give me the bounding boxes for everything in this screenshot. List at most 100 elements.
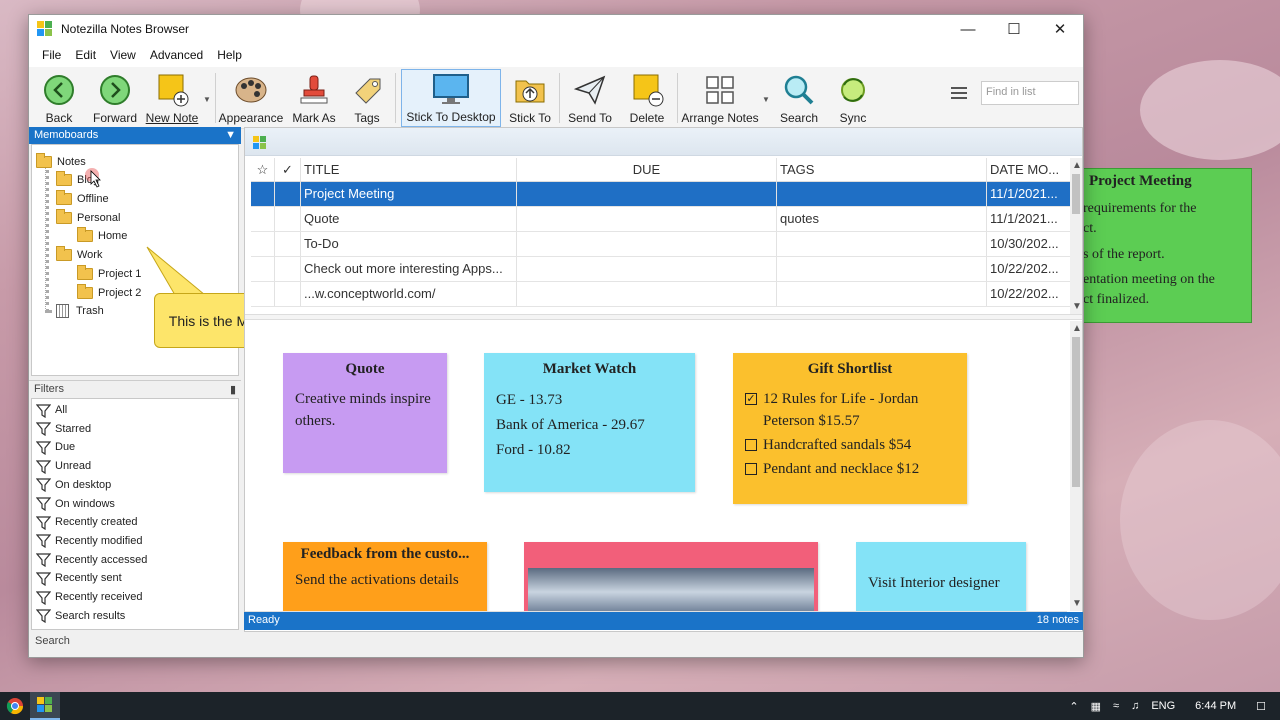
table-row[interactable]: To-Do 10/30/202... bbox=[251, 232, 1071, 257]
sync-button[interactable]: Sync bbox=[833, 69, 873, 127]
filters-header: Filters ▮ bbox=[29, 380, 241, 397]
check-cell bbox=[275, 257, 301, 281]
filter-label: Recently received bbox=[55, 591, 143, 603]
note-market-watch[interactable]: Market Watch GE - 13.73 Bank of America … bbox=[484, 353, 695, 492]
column-due[interactable]: DUE bbox=[517, 158, 777, 181]
tags-button[interactable]: Tags bbox=[347, 69, 387, 127]
appearance-button[interactable]: Appearance bbox=[219, 69, 283, 127]
pin-icon[interactable]: ▮ bbox=[230, 383, 236, 396]
pin-icon[interactable]: ▼ bbox=[225, 129, 236, 142]
note-gift-shortlist[interactable]: Gift Shortlist ✓ 12 Rules for Life - Jord… bbox=[733, 353, 967, 504]
search-tab[interactable]: Search bbox=[35, 635, 70, 647]
tree-item-home[interactable]: Home bbox=[77, 227, 127, 245]
tree-item-project-1[interactable]: Project 1 bbox=[77, 265, 141, 283]
menu-file[interactable]: File bbox=[35, 48, 68, 62]
arrange-dropdown-icon[interactable]: ▼ bbox=[762, 95, 770, 104]
back-button[interactable]: Back bbox=[37, 69, 81, 127]
column-date-modified[interactable]: DATE MO... bbox=[987, 158, 1071, 181]
stick-to-button[interactable]: Stick To bbox=[507, 69, 553, 127]
clock[interactable]: 6:44 PM bbox=[1195, 700, 1236, 712]
search-button[interactable]: Search bbox=[777, 69, 821, 127]
language-indicator[interactable]: ENG bbox=[1151, 700, 1175, 712]
table-row[interactable]: Check out more interesting Apps... 10/22/… bbox=[251, 257, 1071, 282]
checkbox[interactable] bbox=[745, 463, 757, 475]
tree-item-offline[interactable]: Offline bbox=[56, 190, 109, 208]
notezilla-taskbar-icon[interactable] bbox=[30, 692, 60, 720]
filter-label: On windows bbox=[55, 497, 115, 510]
taskbar: ⌃ ▦ ≈ ♫ ENG 6:44 PM ☐ bbox=[0, 692, 1280, 720]
notifications-icon[interactable]: ☐ bbox=[1256, 700, 1266, 713]
tree-item-project-2[interactable]: Project 2 bbox=[77, 284, 141, 302]
stamp-icon bbox=[297, 73, 331, 107]
tree-item-trash[interactable]: Trash bbox=[54, 302, 104, 320]
desktop-sticky-note[interactable]: Project Meeting requirements for the ct.… bbox=[1074, 168, 1252, 323]
tree-item-notes[interactable]: Notes bbox=[36, 153, 86, 171]
delete-button[interactable]: Delete bbox=[625, 69, 669, 127]
checkbox[interactable] bbox=[745, 439, 757, 451]
star-column-icon[interactable]: ☆ bbox=[251, 158, 275, 181]
send-to-button[interactable]: Send To bbox=[565, 69, 615, 127]
tray-notezilla-icon[interactable]: ▦ bbox=[1091, 700, 1101, 713]
maximize-button[interactable]: ☐ bbox=[991, 15, 1037, 43]
table-row[interactable]: Quote quotes 11/1/2021... bbox=[251, 207, 1071, 232]
filter-item[interactable]: Starred bbox=[36, 420, 91, 438]
funnel-icon bbox=[36, 572, 51, 586]
filter-item[interactable]: Recently received bbox=[36, 588, 142, 606]
tree-item-work[interactable]: Work bbox=[56, 246, 102, 264]
filter-item[interactable]: Unread bbox=[36, 457, 91, 475]
filter-item[interactable]: Recently created bbox=[36, 513, 138, 531]
tree-item-personal[interactable]: Personal bbox=[56, 209, 120, 227]
folder-icon bbox=[77, 284, 93, 299]
column-title[interactable]: TITLE bbox=[301, 158, 517, 181]
checklist-item[interactable]: Pendant and necklace $12 bbox=[745, 458, 955, 480]
menu-help[interactable]: Help bbox=[210, 48, 249, 62]
menu-advanced[interactable]: Advanced bbox=[143, 48, 210, 62]
filter-label: All bbox=[55, 404, 68, 416]
tray-overflow-icon[interactable]: ⌃ bbox=[1069, 700, 1078, 713]
filter-item[interactable]: On windows bbox=[36, 495, 115, 513]
minimize-button[interactable]: — bbox=[945, 15, 991, 43]
grid-scrollbar[interactable]: ▲ ▼ bbox=[1070, 158, 1082, 314]
note-quote[interactable]: Quote Creative minds inspire others. bbox=[283, 353, 447, 473]
checkbox[interactable]: ✓ bbox=[745, 393, 757, 405]
list-view-icon[interactable] bbox=[951, 87, 967, 99]
checklist-item[interactable]: ✓ 12 Rules for Life - Jordan Peterson $15… bbox=[745, 388, 955, 432]
note-interior[interactable]: Visit Interior designer bbox=[856, 542, 1026, 611]
filter-item[interactable]: Recently accessed bbox=[36, 551, 147, 569]
new-note-button[interactable]: New Note bbox=[145, 69, 199, 127]
grid-header: ☆ ✓ TITLE DUE TAGS DATE MO... bbox=[251, 158, 1071, 182]
stick-to-desktop-button[interactable]: Stick To Desktop bbox=[401, 69, 501, 127]
pane-splitter[interactable] bbox=[245, 314, 1082, 320]
check-column-icon[interactable]: ✓ bbox=[275, 158, 301, 181]
volume-icon[interactable]: ♫ bbox=[1131, 700, 1139, 712]
menu-edit[interactable]: Edit bbox=[68, 48, 103, 62]
filter-item[interactable]: Recently modified bbox=[36, 532, 142, 550]
checklist-item[interactable]: Handcrafted sandals $54 bbox=[745, 434, 955, 456]
chrome-taskbar-icon[interactable] bbox=[0, 692, 30, 720]
filter-item[interactable]: Due bbox=[36, 438, 75, 456]
note-feedback[interactable]: Feedback from the custo... Send the acti… bbox=[283, 542, 487, 611]
filter-item[interactable]: On desktop bbox=[36, 476, 111, 494]
arrange-notes-button[interactable]: Arrange Notes bbox=[681, 69, 759, 127]
note-body: Visit Interior designer bbox=[868, 575, 1000, 591]
mark-as-button[interactable]: Mark As bbox=[287, 69, 341, 127]
close-button[interactable]: ✕ bbox=[1037, 15, 1083, 43]
find-in-list-input[interactable]: Find in list bbox=[981, 81, 1079, 105]
filter-label: Search results bbox=[55, 609, 126, 622]
table-row[interactable]: ...w.conceptworld.com/10/22/202... bbox=[251, 282, 1071, 307]
check-cell bbox=[275, 207, 301, 231]
wifi-icon[interactable]: ≈ bbox=[1113, 700, 1119, 712]
filter-item[interactable]: Search results bbox=[36, 607, 125, 625]
filter-item[interactable]: Recently sent bbox=[36, 569, 122, 587]
forward-button[interactable]: Forward bbox=[91, 69, 139, 127]
funnel-icon bbox=[36, 478, 51, 493]
cell-title: ...w.conceptworld.com/ bbox=[301, 282, 517, 306]
menu-view[interactable]: View bbox=[103, 48, 143, 62]
column-tags[interactable]: TAGS bbox=[777, 158, 987, 181]
new-note-dropdown-icon[interactable]: ▼ bbox=[203, 95, 211, 104]
notes-scrollbar[interactable]: ▲ ▼ bbox=[1070, 321, 1082, 611]
filter-item[interactable]: All bbox=[36, 401, 67, 419]
table-row[interactable]: Project Meeting 11/1/2021... bbox=[251, 182, 1071, 207]
folder-icon bbox=[56, 209, 72, 224]
note-photo[interactable] bbox=[524, 542, 818, 611]
